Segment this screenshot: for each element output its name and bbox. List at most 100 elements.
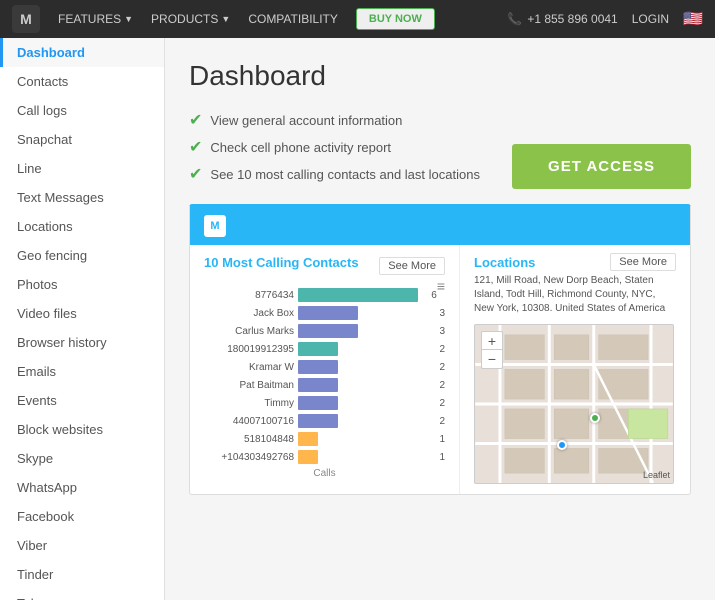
login-link[interactable]: LOGIN bbox=[632, 12, 669, 26]
bar-fill bbox=[298, 342, 338, 356]
bar-row: 5181048481 bbox=[204, 432, 445, 446]
sidebar-item-photos[interactable]: Photos bbox=[0, 270, 164, 299]
features-dropdown-arrow: ▼ bbox=[124, 14, 133, 24]
bar-value: 2 bbox=[439, 398, 445, 409]
bar-container bbox=[298, 324, 432, 338]
sidebar-item-block-websites[interactable]: Block websites bbox=[0, 415, 164, 444]
sidebar-item-tinder[interactable]: Tinder bbox=[0, 560, 164, 589]
sidebar-item-snapchat[interactable]: Snapchat bbox=[0, 125, 164, 154]
bar-fill bbox=[298, 360, 338, 374]
bar-label: Pat Baitman bbox=[204, 380, 294, 391]
bar-label: Kramar W bbox=[204, 362, 294, 373]
map-container: + − Leaflet bbox=[474, 324, 674, 484]
bar-value: 3 bbox=[439, 308, 445, 319]
locations-title: Locations bbox=[474, 255, 535, 270]
bar-container bbox=[298, 306, 432, 320]
products-dropdown-arrow: ▼ bbox=[221, 14, 230, 24]
bar-container bbox=[298, 360, 432, 374]
bar-fill bbox=[298, 324, 358, 338]
bar-value: 2 bbox=[439, 380, 445, 391]
bar-value: 2 bbox=[439, 416, 445, 427]
country-flag: 🇺🇸 bbox=[683, 9, 703, 29]
bar-label: Timmy bbox=[204, 398, 294, 409]
sidebar-item-dashboard[interactable]: Dashboard bbox=[0, 38, 164, 67]
bar-fill bbox=[298, 378, 338, 392]
bar-row: 44007100716 2 bbox=[204, 414, 445, 428]
leaflet-attribution: Leaflet bbox=[643, 470, 670, 480]
zoom-in-button[interactable]: + bbox=[482, 332, 502, 350]
bar-row: 8776434 6 bbox=[204, 288, 437, 302]
bar-fill bbox=[298, 414, 338, 428]
bar-label: +104303492768 bbox=[204, 452, 294, 463]
bar-label: 8776434 bbox=[204, 290, 294, 301]
main-content: Dashboard ✔ View general account informa… bbox=[165, 38, 715, 600]
card-header: M bbox=[190, 207, 690, 245]
compatibility-link[interactable]: COMPATIBILITY bbox=[248, 12, 338, 26]
sidebar-item-telegram[interactable]: Telegram bbox=[0, 589, 164, 600]
bar-label: 180019912395 bbox=[204, 344, 294, 355]
sidebar-item-video-files[interactable]: Video files bbox=[0, 299, 164, 328]
map-zoom-controls: + − bbox=[481, 331, 503, 369]
sidebar-item-geo-fencing[interactable]: Geo fencing bbox=[0, 241, 164, 270]
app-layout: DashboardContactsCall logsSnapchatLineTe… bbox=[0, 38, 715, 600]
page-title: Dashboard bbox=[189, 60, 691, 92]
bar-container bbox=[298, 432, 432, 446]
sidebar-item-contacts[interactable]: Contacts bbox=[0, 67, 164, 96]
calls-see-more-button[interactable]: See More bbox=[379, 257, 445, 275]
sidebar-item-facebook[interactable]: Facebook bbox=[0, 502, 164, 531]
sidebar-item-text-messages[interactable]: Text Messages bbox=[0, 183, 164, 212]
map-pin-blue bbox=[557, 440, 567, 450]
bar-fill bbox=[298, 432, 318, 446]
bar-label: 44007100716 bbox=[204, 416, 294, 427]
sidebar-item-whatsapp[interactable]: WhatsApp bbox=[0, 473, 164, 502]
locations-see-more-button[interactable]: See More bbox=[610, 253, 676, 271]
sidebar-item-browser-history[interactable]: Browser history bbox=[0, 328, 164, 357]
phone-number: 📞 +1 855 896 0041 bbox=[507, 12, 617, 26]
sidebar-item-viber[interactable]: Viber bbox=[0, 531, 164, 560]
calls-section: 10 Most Calling Contacts See More ≡ 8776… bbox=[190, 245, 460, 494]
bar-chart: 87764346Jack Box3Carlus Marks31800199123… bbox=[204, 288, 445, 464]
sidebar-item-emails[interactable]: Emails bbox=[0, 357, 164, 386]
bar-container bbox=[298, 396, 432, 410]
sidebar-item-events[interactable]: Events bbox=[0, 386, 164, 415]
bar-row: Timmy 2 bbox=[204, 396, 445, 410]
sidebar-item-line[interactable]: Line bbox=[0, 154, 164, 183]
check-icon-3: ✔ bbox=[189, 164, 202, 184]
locations-address: 121, Mill Road, New Dorp Beach, Staten I… bbox=[474, 274, 676, 316]
calls-menu-icon[interactable]: ≡ bbox=[437, 278, 445, 294]
bar-label: 518104848 bbox=[204, 434, 294, 445]
bar-fill bbox=[298, 396, 338, 410]
map-pin-green bbox=[590, 413, 600, 423]
bar-row: Pat Baitman 2 bbox=[204, 378, 445, 392]
bar-row: Carlus Marks3 bbox=[204, 324, 445, 338]
bar-container bbox=[298, 342, 432, 356]
feature-item-1: ✔ View general account information bbox=[189, 110, 691, 130]
logo: M bbox=[12, 5, 40, 33]
zoom-out-button[interactable]: − bbox=[482, 350, 502, 368]
card-logo: M bbox=[204, 215, 226, 237]
card-panel: M 10 Most Calling Contacts See More ≡ 87… bbox=[189, 204, 691, 495]
map-svg bbox=[475, 325, 673, 483]
phone-icon: 📞 bbox=[507, 12, 522, 26]
bar-row: 1800199123952 bbox=[204, 342, 445, 356]
bar-row: Kramar W2 bbox=[204, 360, 445, 374]
card-body: 10 Most Calling Contacts See More ≡ 8776… bbox=[190, 245, 690, 494]
sidebar-item-locations[interactable]: Locations bbox=[0, 212, 164, 241]
bar-container bbox=[298, 450, 432, 464]
bar-container bbox=[298, 288, 424, 302]
bar-fill bbox=[298, 306, 358, 320]
bar-value: 6 bbox=[431, 290, 437, 301]
features-menu[interactable]: FEATURES ▼ bbox=[58, 12, 133, 26]
sidebar-item-skype[interactable]: Skype bbox=[0, 444, 164, 473]
buy-now-button[interactable]: BUY NOW bbox=[356, 8, 435, 30]
bar-fill bbox=[298, 450, 318, 464]
top-navigation: M FEATURES ▼ PRODUCTS ▼ COMPATIBILITY BU… bbox=[0, 0, 715, 38]
get-access-button[interactable]: GET ACCESS bbox=[512, 144, 691, 189]
locations-section: Locations See More 121, Mill Road, New D… bbox=[460, 245, 690, 494]
sidebar-item-call-logs[interactable]: Call logs bbox=[0, 96, 164, 125]
bar-value: 3 bbox=[439, 326, 445, 337]
check-icon-1: ✔ bbox=[189, 110, 202, 130]
products-menu[interactable]: PRODUCTS ▼ bbox=[151, 12, 230, 26]
check-icon-2: ✔ bbox=[189, 137, 202, 157]
topnav-right: 📞 +1 855 896 0041 LOGIN 🇺🇸 bbox=[507, 9, 703, 29]
